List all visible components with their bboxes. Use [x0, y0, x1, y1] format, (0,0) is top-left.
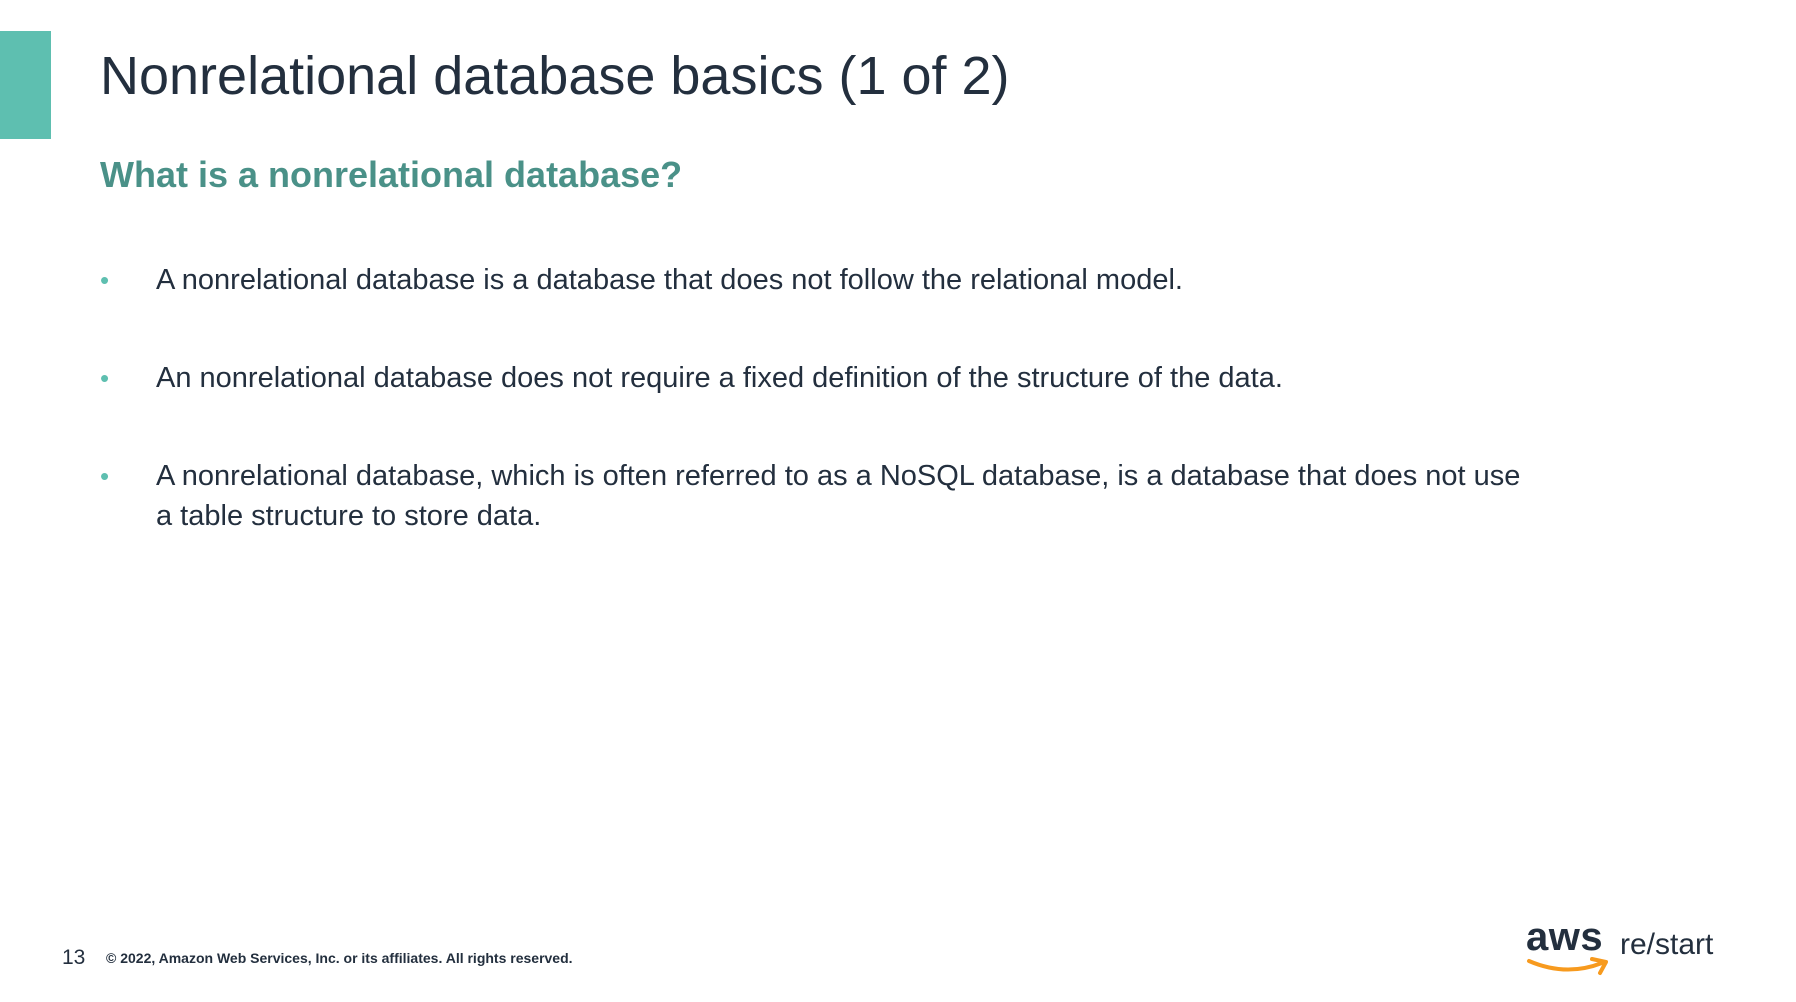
- slide-subtitle: What is a nonrelational database?: [100, 154, 683, 195]
- aws-logo-text: aws: [1526, 915, 1604, 959]
- aws-restart-logo: aws re/start: [1522, 915, 1722, 975]
- bullet-list: • A nonrelational database is a database…: [100, 260, 1540, 536]
- bullet-icon: •: [100, 265, 110, 295]
- bullet-icon: •: [100, 461, 110, 491]
- bullet-text: A nonrelational database, which is often…: [156, 460, 1521, 532]
- bullet-icon: •: [100, 363, 110, 393]
- slide-title: Nonrelational database basics (1 of 2): [100, 46, 1010, 106]
- copyright-notice: © 2022, Amazon Web Services, Inc. or its…: [106, 950, 573, 966]
- bullet-text: An nonrelational database does not requi…: [156, 362, 1283, 394]
- bullet-text: A nonrelational database is a database t…: [156, 264, 1183, 296]
- accent-bar: [0, 31, 51, 139]
- restart-logo-text: re/start: [1620, 928, 1714, 961]
- bullet-item: • A nonrelational database, which is oft…: [100, 456, 1540, 536]
- page-number: 13: [62, 946, 86, 969]
- aws-smile-icon: [1527, 957, 1608, 975]
- bullet-item: • A nonrelational database is a database…: [100, 260, 1540, 300]
- bullet-item: • An nonrelational database does not req…: [100, 358, 1540, 398]
